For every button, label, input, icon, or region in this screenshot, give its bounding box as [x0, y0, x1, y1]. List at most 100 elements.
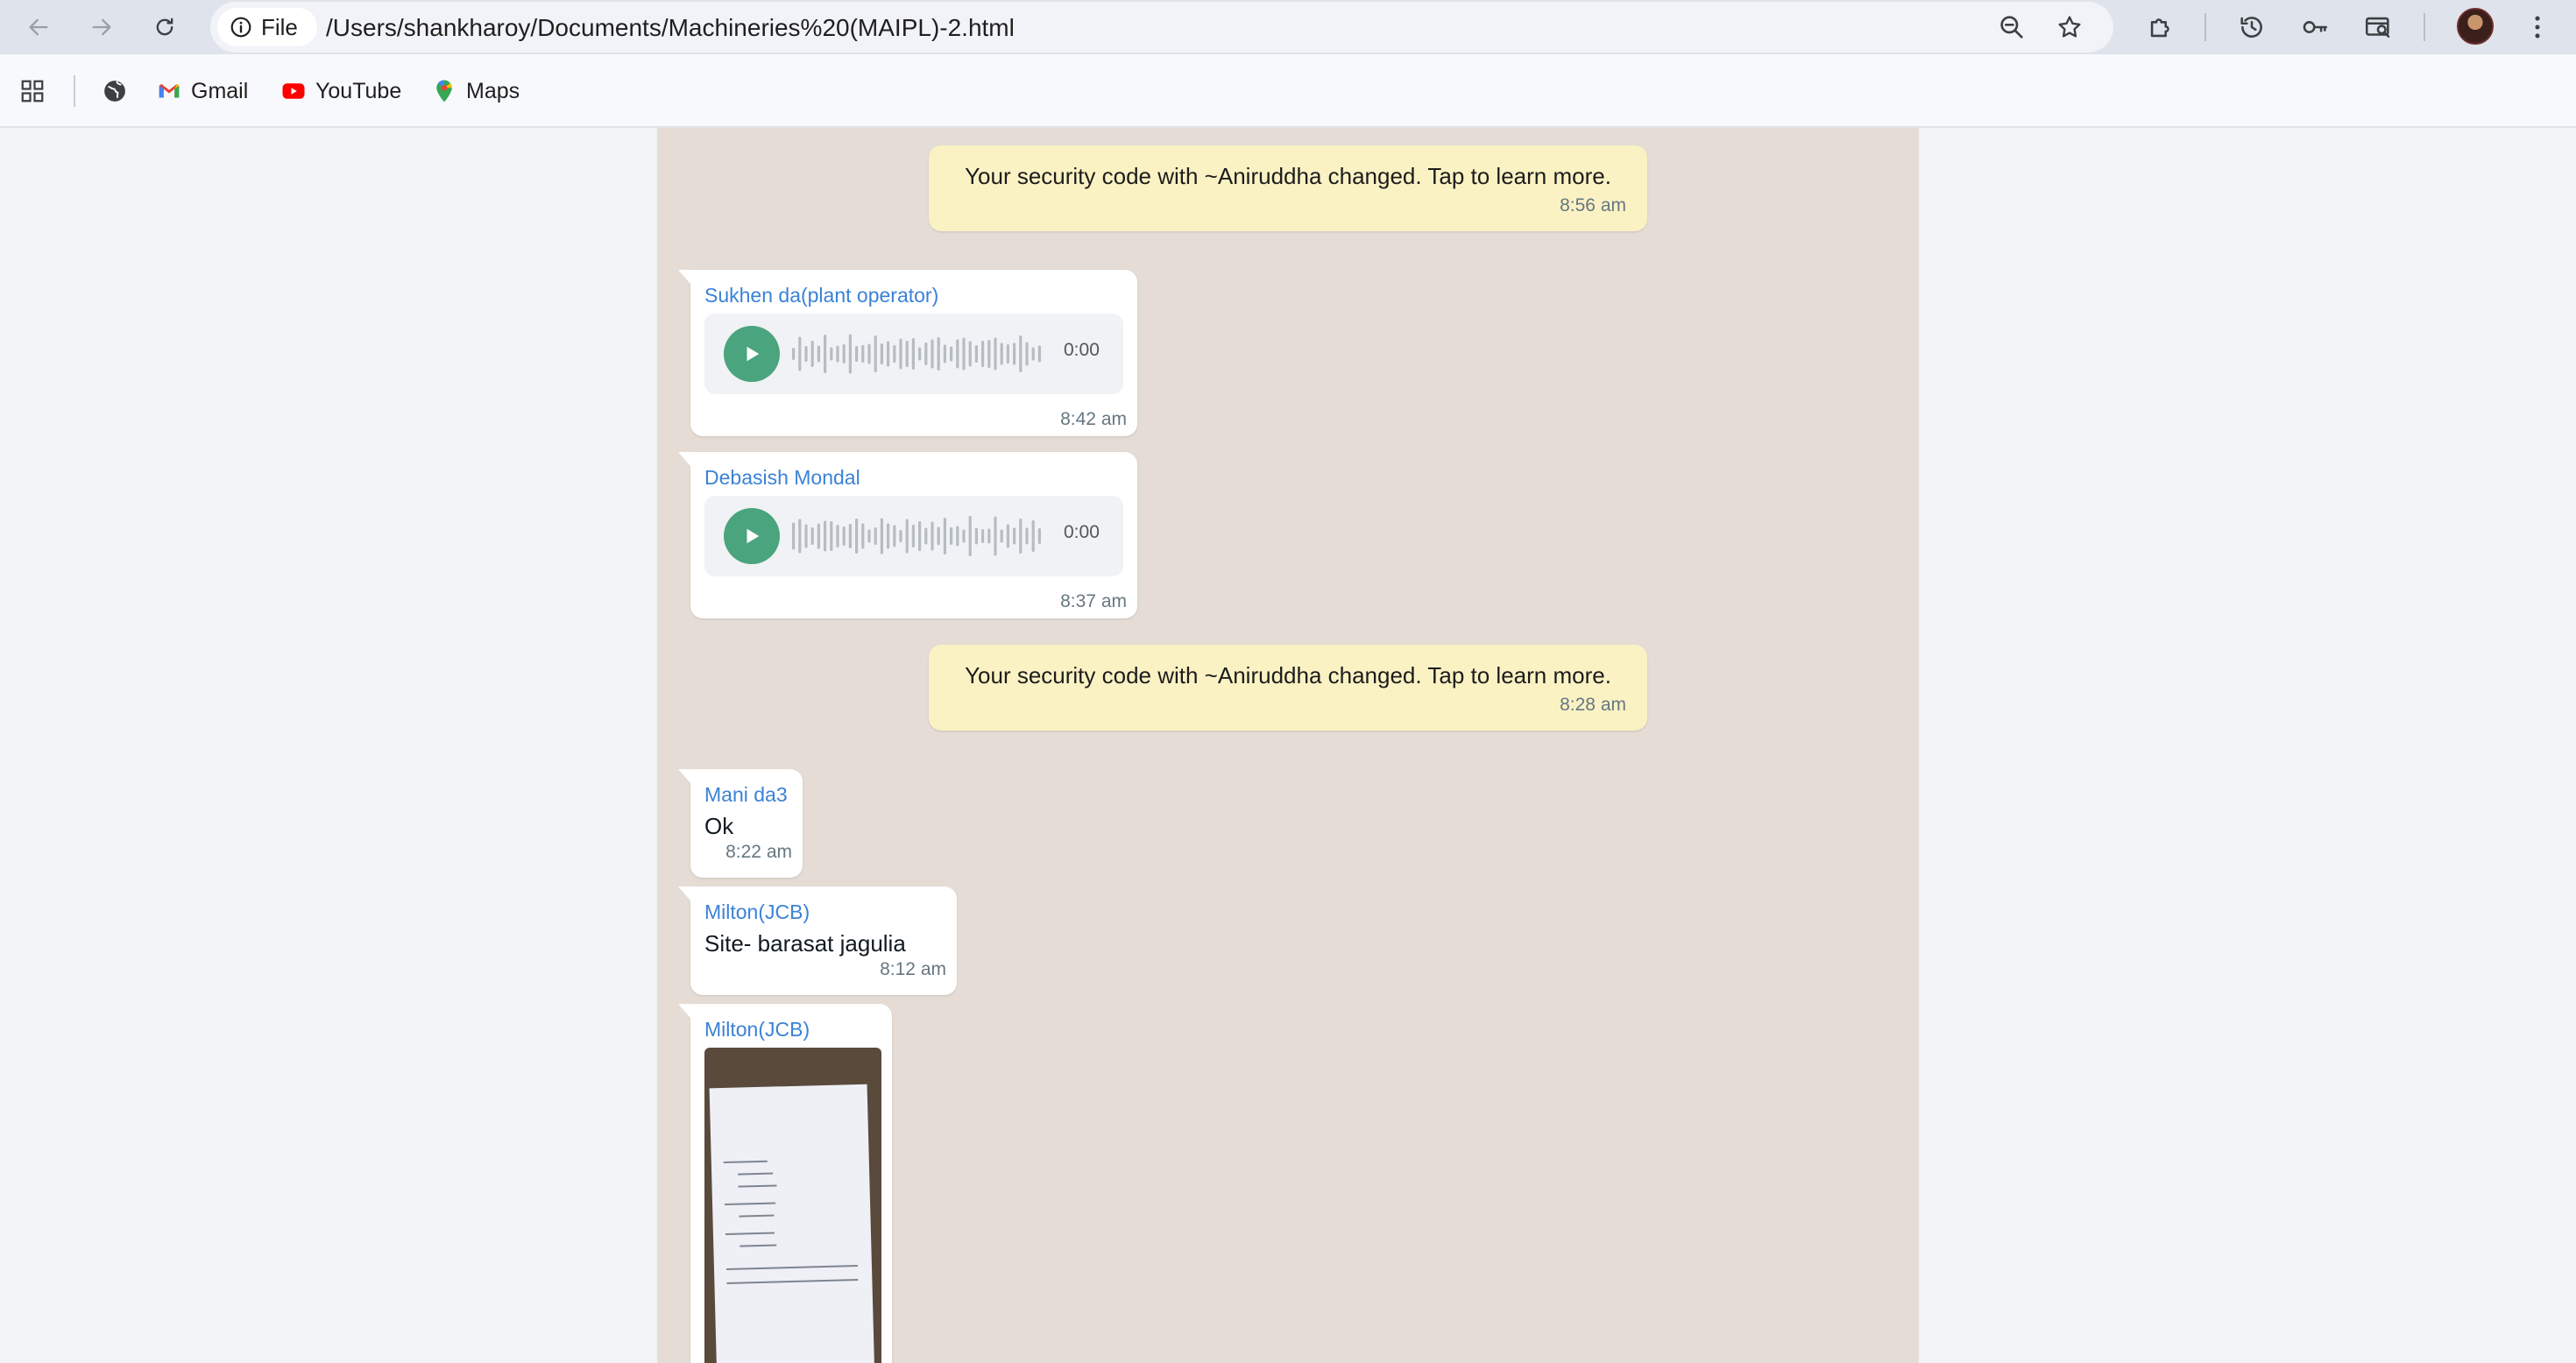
search-tab-button[interactable] [2362, 11, 2394, 43]
waveform-bar [792, 348, 796, 360]
waveform-bar [804, 524, 808, 548]
photo-detail [725, 1265, 858, 1270]
forward-button[interactable] [84, 10, 119, 45]
waveform-bar [974, 527, 978, 545]
message-text: Ok [704, 813, 734, 839]
waveform-bar [950, 527, 953, 545]
system-message[interactable]: Your security code with ~Aniruddha chang… [929, 145, 1647, 231]
waveform-bar [874, 527, 877, 545]
forward-arrow-icon [92, 18, 111, 36]
sender-name[interactable]: Debasish Mondal [704, 464, 1127, 491]
photo-detail [725, 1202, 776, 1206]
image-message: Milton(JCB) [678, 1004, 892, 1363]
toolbar-divider [2424, 13, 2425, 41]
play-icon [747, 346, 760, 362]
waveform-bar [899, 530, 902, 542]
zoom-icon[interactable] [1998, 13, 2026, 41]
waveform-bar [861, 345, 865, 363]
waveform-bar [905, 341, 909, 367]
waveform-bar [950, 346, 953, 362]
waveform-bar [824, 520, 827, 552]
waveform-bar [1037, 528, 1041, 544]
message-time: 8:28 am [1560, 695, 1626, 715]
globe-icon [104, 81, 125, 102]
waveform[interactable] [792, 510, 1046, 562]
sender-name[interactable]: Mani da3 [704, 781, 792, 808]
info-icon [230, 17, 251, 38]
waveform-bar [1025, 342, 1029, 366]
maps-icon [436, 80, 452, 102]
waveform-bar [842, 344, 846, 364]
bookmark-star-icon[interactable] [2056, 13, 2084, 41]
passwords-button[interactable] [2299, 11, 2331, 43]
waveform-bar [810, 341, 814, 367]
photo-detail [738, 1184, 777, 1188]
waveform-bar [817, 523, 820, 549]
waveform-bar [1006, 344, 1009, 364]
waveform-bar [798, 519, 802, 554]
waveform-bar [848, 334, 852, 374]
bookmark-gmail[interactable]: Gmail [156, 77, 248, 105]
waveform-bar [956, 339, 959, 369]
reload-button[interactable] [147, 10, 182, 45]
waveform-bar [1019, 519, 1023, 554]
photo-thumbnail[interactable] [704, 1048, 881, 1363]
bookmark-label: YouTube [315, 78, 402, 103]
site-info-chip[interactable]: File [217, 8, 317, 46]
waveform-bar [880, 518, 883, 554]
bookmark-youtube[interactable]: YouTube [280, 77, 401, 105]
waveform-bar [893, 525, 896, 547]
back-arrow-icon [29, 18, 48, 36]
play-button[interactable] [724, 508, 780, 564]
bookmark-globe[interactable] [102, 77, 128, 105]
waveform-bar [911, 338, 915, 370]
waveform-bar [968, 341, 972, 367]
apps-button[interactable] [19, 77, 46, 105]
profile-avatar[interactable] [2457, 8, 2494, 45]
waveform-bar [924, 343, 928, 365]
photo-paper [709, 1084, 875, 1363]
waveform-bar [861, 523, 865, 549]
waveform-bar [810, 527, 814, 545]
waveform-bar [943, 344, 946, 364]
message-time: 8:42 am [1060, 409, 1127, 429]
waveform-bar [887, 341, 890, 367]
history-button[interactable] [2236, 11, 2268, 43]
address-bar[interactable]: File /Users/shankharoy/Documents/Machine… [210, 2, 2113, 53]
waveform-bar [918, 521, 922, 551]
play-button[interactable] [724, 326, 780, 382]
sender-name[interactable]: Milton(JCB) [704, 899, 946, 925]
sender-name[interactable]: Sukhen da(plant operator) [704, 282, 1127, 308]
extensions-button[interactable] [2145, 11, 2176, 43]
waveform-bar [842, 526, 846, 546]
message-time: 8:12 am [880, 959, 946, 979]
waveform-bar [887, 523, 890, 549]
photo-detail [740, 1244, 777, 1247]
waveform-bar [1031, 347, 1035, 361]
back-button[interactable] [21, 10, 56, 45]
waveform-bar [855, 519, 859, 554]
waveform-bar [918, 347, 922, 361]
waveform-bar [987, 528, 991, 544]
bookmark-divider [74, 75, 75, 107]
menu-button[interactable] [2522, 11, 2553, 43]
voice-note-player: 0:00 [704, 496, 1123, 576]
bookmark-maps[interactable]: Maps [431, 77, 520, 105]
url-text[interactable]: /Users/shankharoy/Documents/Machineries%… [326, 14, 1015, 42]
waveform[interactable] [792, 328, 1046, 380]
waveform-bar [792, 522, 796, 550]
waveform-bar [1000, 343, 1003, 365]
message-time: 8:37 am [1060, 591, 1127, 611]
waveform-bar [1000, 529, 1003, 543]
audio-message: Debasish Mondal 0:00 8:37 am [678, 452, 1137, 618]
voice-note-player: 0:00 [704, 314, 1123, 394]
system-message[interactable]: Your security code with ~Aniruddha chang… [929, 645, 1647, 731]
waveform-bar [874, 335, 877, 372]
waveform-bar [956, 526, 959, 547]
apps-grid-icon [21, 80, 44, 102]
waveform-bar [880, 343, 883, 364]
photo-detail [739, 1214, 775, 1218]
waveform-bar [899, 338, 902, 370]
waveform-bar [905, 519, 909, 554]
sender-name[interactable]: Milton(JCB) [704, 1016, 881, 1042]
